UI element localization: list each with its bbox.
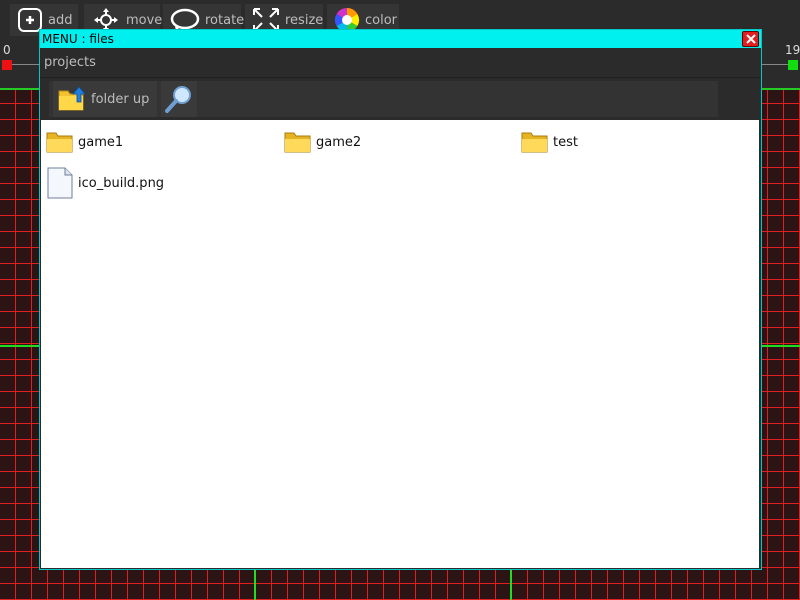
file-item-label: game1 [78, 134, 124, 150]
file-item-label: game2 [316, 134, 362, 150]
search-icon [165, 86, 191, 113]
timeline-end-marker[interactable] [788, 60, 798, 70]
navigation-bar: folder up [49, 81, 718, 117]
timeline-start-label: 0 [3, 43, 11, 57]
document-icon [47, 167, 73, 199]
file-item-label: test [553, 134, 578, 150]
folder-item-game2[interactable]: game2 [284, 128, 361, 156]
folder-item-test[interactable]: test [521, 128, 578, 156]
rotate-tool-label: rotate [205, 12, 245, 28]
path-bar: projects [40, 48, 761, 78]
folder-icon [284, 132, 311, 153]
current-path: projects [44, 55, 96, 70]
folder-up-icon [58, 86, 86, 111]
close-icon [745, 34, 756, 44]
folder-item-game1[interactable]: game1 [46, 128, 123, 156]
file-item-label: ico_build.png [78, 175, 165, 191]
folder-up-label: folder up [91, 91, 150, 107]
folder-icon [46, 132, 73, 153]
folder-up-button[interactable]: folder up [53, 81, 157, 117]
dialog-titlebar[interactable]: MENU : files [40, 30, 761, 48]
resize-tool-label: resize [285, 12, 324, 28]
color-tool-label: color [365, 12, 398, 28]
close-button[interactable] [742, 31, 759, 47]
file-item-ico-build-png[interactable]: ico_build.png [46, 166, 164, 200]
timeline-start-marker[interactable] [2, 60, 12, 70]
file-list: game1 game2 test ico_build.png [41, 120, 759, 568]
move-tool-label: move [126, 12, 163, 28]
files-dialog: MENU : files projects folder up game1 ga… [39, 29, 762, 570]
add-tool-label: add [48, 12, 73, 28]
search-button[interactable] [161, 81, 197, 117]
dialog-title: MENU : files [42, 32, 114, 46]
folder-icon [521, 132, 548, 153]
timeline-end-label: 19 [785, 43, 800, 57]
